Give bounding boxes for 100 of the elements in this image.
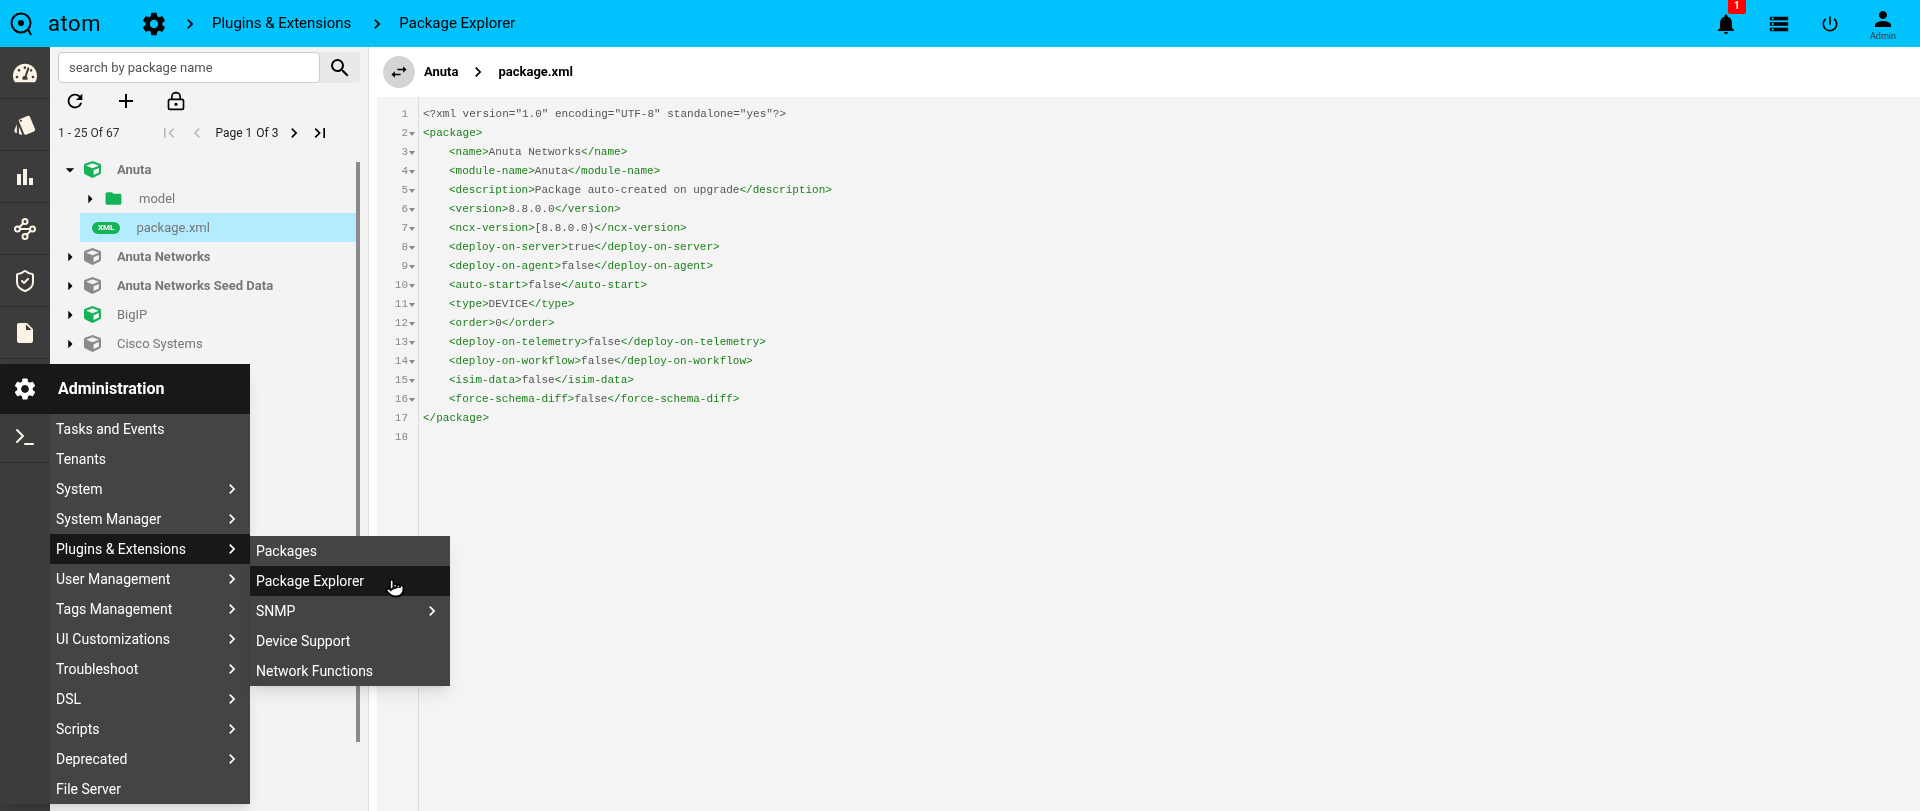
fold-arrow-icon[interactable] (409, 321, 415, 326)
code-line: <force-schema-diff>false</force-schema-diff> (449, 392, 740, 408)
line-number: 7 (401, 221, 408, 237)
line-number: 3 (401, 145, 408, 161)
menu-item[interactable]: Network Functions (250, 656, 450, 686)
lock-icon[interactable] (166, 91, 186, 111)
shield-check-icon[interactable] (13, 268, 37, 293)
code-line: <deploy-on-telemetry>false</deploy-on-telemetry> (449, 335, 766, 351)
menu-item[interactable]: File Server (50, 774, 250, 804)
settings-icon (12, 376, 38, 402)
tree-item[interactable]: BigIP (60, 300, 356, 329)
code-line: <name>Anuta Networks</name> (449, 145, 628, 161)
line-number: 16 (394, 392, 408, 408)
menu-item[interactable]: Tags Management (50, 594, 250, 624)
menu-item[interactable]: UI Customizations (50, 624, 250, 654)
fold-arrow-icon[interactable] (409, 207, 415, 212)
line-number: 13 (394, 335, 408, 351)
menu-item[interactable]: Tenants (50, 444, 250, 474)
fold-arrow-icon[interactable] (409, 226, 415, 231)
code-line: <order>0</order> (449, 316, 555, 332)
fold-arrow-icon[interactable] (409, 131, 415, 136)
editor-breadcrumb-item[interactable]: Anuta (424, 62, 459, 82)
tree-item[interactable]: Anuta Networks Seed Data (60, 271, 356, 300)
code-line: <deploy-on-workflow>false</deploy-on-workflow> (449, 354, 753, 370)
fold-arrow-icon[interactable] (409, 359, 415, 364)
folder-icon (104, 189, 123, 208)
line-number: 15 (394, 373, 408, 389)
range-text: 1 - 25 Of 67 (58, 125, 120, 142)
fold-arrow-icon[interactable] (409, 340, 415, 345)
fold-arrow-icon[interactable] (409, 378, 415, 383)
line-number: 17 (394, 411, 408, 427)
tree-item[interactable]: Anuta (60, 155, 356, 184)
code-line: </package> (423, 411, 489, 427)
menu-item[interactable]: SNMP (250, 596, 450, 626)
menu-item[interactable]: Package Explorer (250, 566, 450, 596)
code-line: <description>Package auto-created on upgrade</description> (449, 183, 832, 199)
fold-arrow-icon[interactable] (409, 302, 415, 307)
menu-item[interactable]: User Management (50, 564, 250, 594)
logo-text: atom (48, 10, 101, 38)
line-number: 10 (394, 278, 408, 294)
fold-arrow-icon[interactable] (409, 264, 415, 269)
menu-item[interactable]: Troubleshoot (50, 654, 250, 684)
fold-arrow-icon[interactable] (409, 245, 415, 250)
xml-badge: XML (92, 221, 121, 234)
menu-item[interactable]: Scripts (50, 714, 250, 744)
tree-item-label: Cisco Systems (117, 334, 203, 353)
notification-count: 1 (1728, 0, 1746, 14)
fold-arrow-icon[interactable] (409, 397, 415, 402)
code-line: <deploy-on-agent>false</deploy-on-agent> (449, 259, 714, 275)
logo-icon (10, 11, 32, 36)
user-label: Admin (1870, 30, 1896, 41)
menu-item[interactable]: System Manager (50, 504, 250, 534)
tree-item[interactable]: model (80, 184, 356, 213)
fold-arrow-icon[interactable] (409, 150, 415, 155)
swap-button[interactable] (383, 56, 415, 88)
code-line: <auto-start>false</auto-start> (449, 278, 648, 294)
menu-item[interactable]: Device Support (250, 626, 450, 656)
line-number: 6 (401, 202, 408, 218)
menu-item[interactable]: Deprecated (50, 744, 250, 774)
line-number: 8 (401, 240, 408, 256)
code-line: <deploy-on-server>true</deploy-on-server> (449, 240, 720, 256)
menu-item[interactable]: Plugins & Extensions (50, 534, 250, 564)
menu-item[interactable]: System (50, 474, 250, 504)
line-number: 4 (401, 164, 408, 180)
page-total-text: Of 3 (256, 125, 279, 142)
line-number: 14 (394, 354, 408, 370)
menu-item[interactable]: Tasks and Events (50, 414, 250, 444)
line-number: 12 (394, 316, 408, 332)
tree-item-label: model (139, 189, 176, 208)
tree-item-label: Anuta Networks (117, 247, 211, 266)
menu-header[interactable]: Administration (0, 364, 250, 414)
line-number: 11 (394, 297, 408, 313)
tree-item-label: package.xml (136, 218, 210, 237)
breadcrumb-item[interactable]: Plugins & Extensions (212, 12, 352, 35)
code-line: <isim-data>false</isim-data> (449, 373, 634, 389)
line-number: 1 (401, 107, 408, 123)
tree-item[interactable]: Cisco Systems (60, 329, 356, 358)
search-field[interactable]: search by package name (58, 52, 320, 83)
network-icon[interactable] (13, 216, 37, 241)
tree-item[interactable]: XML package.xml (80, 213, 356, 242)
tree-item-label: BigIP (117, 305, 148, 324)
code-line: <ncx-version>[8.8.0.0)</ncx-version> (449, 221, 687, 237)
line-number: 5 (401, 183, 408, 199)
line-number: 18 (394, 430, 408, 446)
fold-arrow-icon[interactable] (409, 169, 415, 174)
menu-item[interactable]: Packages (250, 536, 450, 566)
editor-breadcrumb-item: package.xml (498, 63, 573, 82)
tree-item[interactable]: Anuta Networks (60, 242, 356, 271)
code-line: <version>8.8.0.0</version> (449, 202, 621, 218)
code-line: <type>DEVICE</type> (449, 297, 575, 313)
code-line: <?xml version="1.0" encoding="UTF-8" standalone="yes"?> (423, 107, 787, 123)
tree-item-label: Anuta (117, 160, 152, 179)
fold-arrow-icon[interactable] (409, 188, 415, 193)
page-text: Page 1 (215, 125, 253, 142)
code-line: <package> (423, 126, 483, 142)
fold-arrow-icon[interactable] (409, 283, 415, 288)
breadcrumb-item: Package Explorer (399, 13, 516, 35)
tree-item-label: Anuta Networks Seed Data (117, 276, 274, 295)
hand-cursor-icon (385, 578, 405, 598)
menu-item[interactable]: DSL (50, 684, 250, 714)
